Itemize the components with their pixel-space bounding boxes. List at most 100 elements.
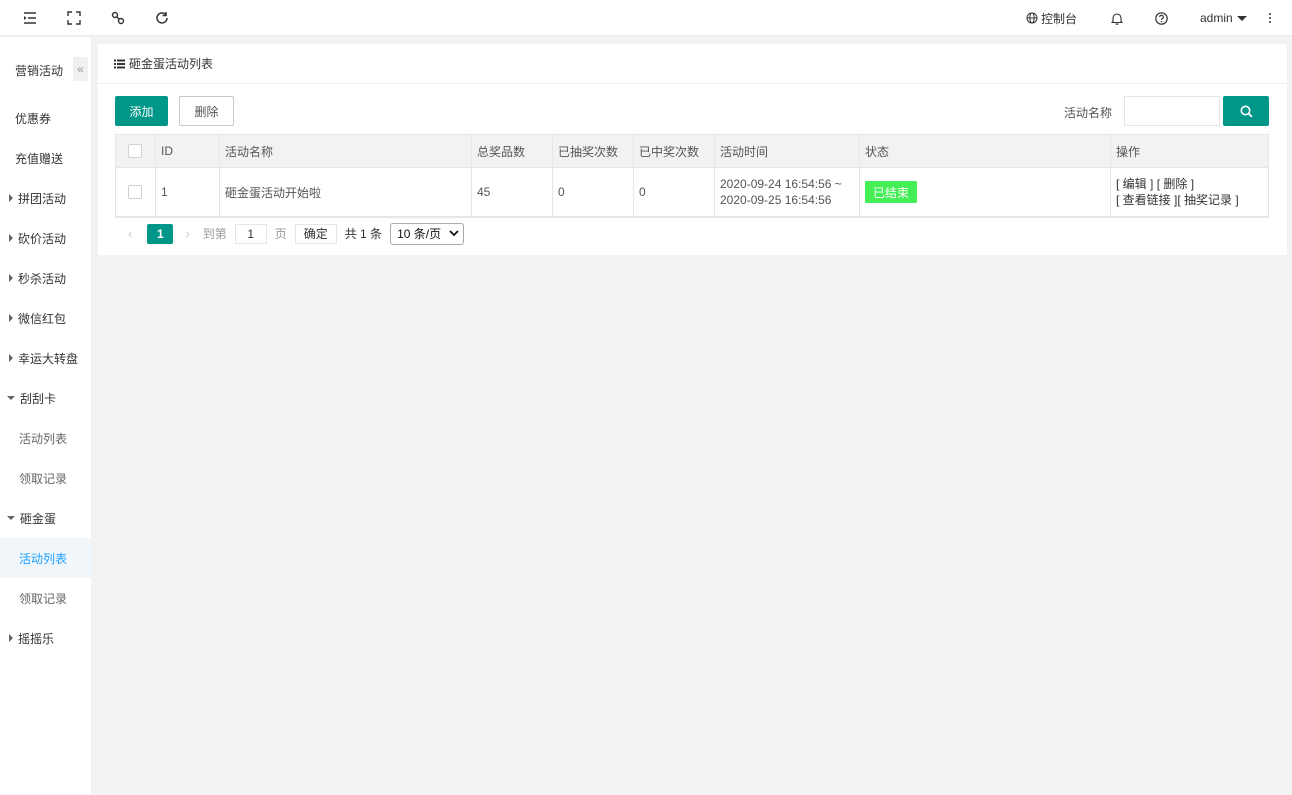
sidebar-subitem-scratch-activities[interactable]: 活动列表	[0, 418, 91, 458]
next-page-icon[interactable]: ›	[185, 226, 189, 241]
sidebar-item-label: 活动列表	[19, 431, 68, 446]
page-title: 砸金蛋活动列表	[129, 57, 214, 71]
edit-link[interactable]: [ 编辑 ]	[1116, 177, 1153, 191]
search-icon	[1240, 105, 1252, 117]
collapse-sidebar-button[interactable]: «	[73, 57, 88, 81]
page-current[interactable]: 1	[147, 223, 174, 244]
cell-draw-count: 0	[553, 168, 634, 216]
sidebar-item-label: 领取记录	[19, 471, 68, 486]
table-header-row: ID 活动名称 总奖品数 已抽奖次数 已中奖次数 活动时间 状态 操作	[116, 135, 1268, 168]
caret-right-icon	[9, 634, 13, 642]
caret-down-icon	[7, 396, 15, 400]
card-header: 砸金蛋活动列表	[98, 44, 1287, 84]
sidebar-item-golden-egg[interactable]: 砸金蛋	[0, 498, 91, 538]
caret-right-icon	[9, 314, 13, 322]
sidebar-item-bargain[interactable]: 砍价活动	[0, 218, 91, 258]
sidebar-item-shake[interactable]: 摇摇乐	[0, 618, 91, 658]
page-size-value: 10 条/页	[397, 227, 442, 241]
draw-records-link[interactable]: [ 抽奖记录 ]	[1177, 193, 1238, 207]
sidebar-item-label: 微信红包	[18, 311, 67, 326]
sidebar-item-wechat-redpacket[interactable]: 微信红包	[0, 298, 91, 338]
actions-line-2: [ 查看链接 ][ 抽奖记录 ]	[1116, 192, 1239, 208]
caret-right-icon	[9, 234, 13, 242]
select-all-checkbox[interactable]	[128, 144, 142, 158]
sidebar-item-label: 砸金蛋	[20, 511, 57, 526]
help-icon[interactable]	[1152, 9, 1170, 27]
refresh-icon[interactable]	[153, 9, 171, 27]
goto-label: 到第	[202, 227, 227, 241]
bell-icon[interactable]	[1108, 9, 1126, 27]
chevron-down-icon	[449, 230, 459, 237]
sidebar-item-lucky-wheel[interactable]: 幸运大转盘	[0, 338, 91, 378]
column-header[interactable]: 总奖品数	[472, 135, 553, 167]
goto-page-input[interactable]: 1	[234, 223, 267, 244]
fullscreen-icon[interactable]	[65, 9, 83, 27]
sidebar-header: 营销活动 «	[0, 55, 91, 83]
sidebar-item-label: 秒杀活动	[18, 271, 67, 286]
column-header[interactable]: 活动时间	[715, 135, 860, 167]
cell-total-prizes: 45	[472, 168, 553, 216]
sidebar-item-flash-sale[interactable]: 秒杀活动	[0, 258, 91, 298]
search-button[interactable]	[1223, 96, 1269, 126]
cell-id: 1	[156, 168, 220, 216]
status-badge: 已结束	[865, 181, 918, 203]
console-label: 控制台	[1041, 11, 1078, 26]
column-header[interactable]: 已抽奖次数	[553, 135, 634, 167]
column-header[interactable]: 操作	[1111, 135, 1268, 167]
content-area	[91, 262, 1292, 795]
activity-table: ID 活动名称 总奖品数 已抽奖次数 已中奖次数 活动时间 状态 操作 1 砸金…	[115, 134, 1269, 249]
sidebar-item-label: 充值赠送	[15, 151, 64, 166]
prev-page-icon[interactable]: ‹	[128, 226, 132, 241]
search-label: 活动名称	[1064, 106, 1113, 120]
page-size-select[interactable]: 10 条/页	[390, 222, 465, 245]
sidebar-subitem-egg-activities[interactable]: 活动列表	[0, 538, 91, 578]
indent-icon[interactable]	[21, 9, 39, 27]
sidebar-item-group-buy[interactable]: 拼团活动	[0, 178, 91, 218]
sidebar-item-recharge[interactable]: 充值赠送	[0, 138, 91, 178]
caret-down-icon	[1236, 15, 1247, 21]
more-vertical-icon[interactable]	[1261, 9, 1279, 27]
delete-link[interactable]: [ 删除 ]	[1157, 177, 1194, 191]
caret-right-icon	[9, 194, 13, 202]
globe-icon	[1026, 12, 1038, 24]
column-header[interactable]: 活动名称	[220, 135, 472, 167]
sidebar-item-label: 幸运大转盘	[18, 351, 79, 366]
view-link-link[interactable]: [ 查看链接 ]	[1116, 193, 1177, 207]
activity-name-input[interactable]	[1124, 96, 1220, 126]
sidebar-subitem-scratch-records[interactable]: 领取记录	[0, 458, 91, 498]
add-button[interactable]: 添加	[115, 96, 168, 126]
sidebar-item-label: 领取记录	[19, 591, 68, 606]
top-bar: 控制台 admin	[0, 0, 1292, 36]
goto-confirm-button[interactable]: 确定	[294, 223, 337, 244]
sidebar-item-label: 摇摇乐	[18, 631, 55, 646]
caret-right-icon	[9, 274, 13, 282]
user-menu[interactable]: admin	[1200, 0, 1247, 36]
link-icon[interactable]	[109, 9, 127, 27]
sidebar-title: 营销活动	[15, 64, 64, 78]
list-icon	[114, 59, 125, 69]
total-count: 共 1 条	[344, 227, 383, 241]
column-header[interactable]: ID	[156, 135, 220, 167]
sidebar-subitem-egg-records[interactable]: 领取记录	[0, 578, 91, 618]
caret-right-icon	[9, 354, 13, 362]
delete-button[interactable]: 删除	[179, 96, 234, 126]
console-link[interactable]: 控制台	[1026, 0, 1077, 36]
sidebar-item-scratch-card[interactable]: 刮刮卡	[0, 378, 91, 418]
row-select-cell	[116, 168, 156, 216]
sidebar-item-label: 活动列表	[19, 551, 68, 566]
row-checkbox[interactable]	[128, 185, 142, 199]
caret-down-icon	[7, 516, 15, 520]
time-end: 2020-09-25 16:54:56	[720, 193, 832, 207]
main-card: 砸金蛋活动列表 添加 删除 活动名称 ID 活动名称 总奖品数 已抽奖次数 已中…	[98, 44, 1287, 255]
cell-activity-time: 2020-09-24 16:54:56 ~ 2020-09-25 16:54:5…	[715, 168, 860, 216]
column-header[interactable]: 已中奖次数	[634, 135, 715, 167]
sidebar-item-label: 刮刮卡	[20, 391, 57, 406]
sidebar-item-coupon[interactable]: 优惠券	[0, 98, 91, 138]
column-header[interactable]: 状态	[860, 135, 1111, 167]
cell-status: 已结束	[860, 168, 1111, 216]
sidebar-item-label: 砍价活动	[18, 231, 67, 246]
user-name: admin	[1200, 11, 1233, 25]
cell-actions: [ 编辑 ] [ 删除 ] [ 查看链接 ][ 抽奖记录 ]	[1111, 168, 1268, 216]
page-unit-label: 页	[274, 227, 287, 241]
actions-line-1: [ 编辑 ] [ 删除 ]	[1116, 176, 1194, 192]
